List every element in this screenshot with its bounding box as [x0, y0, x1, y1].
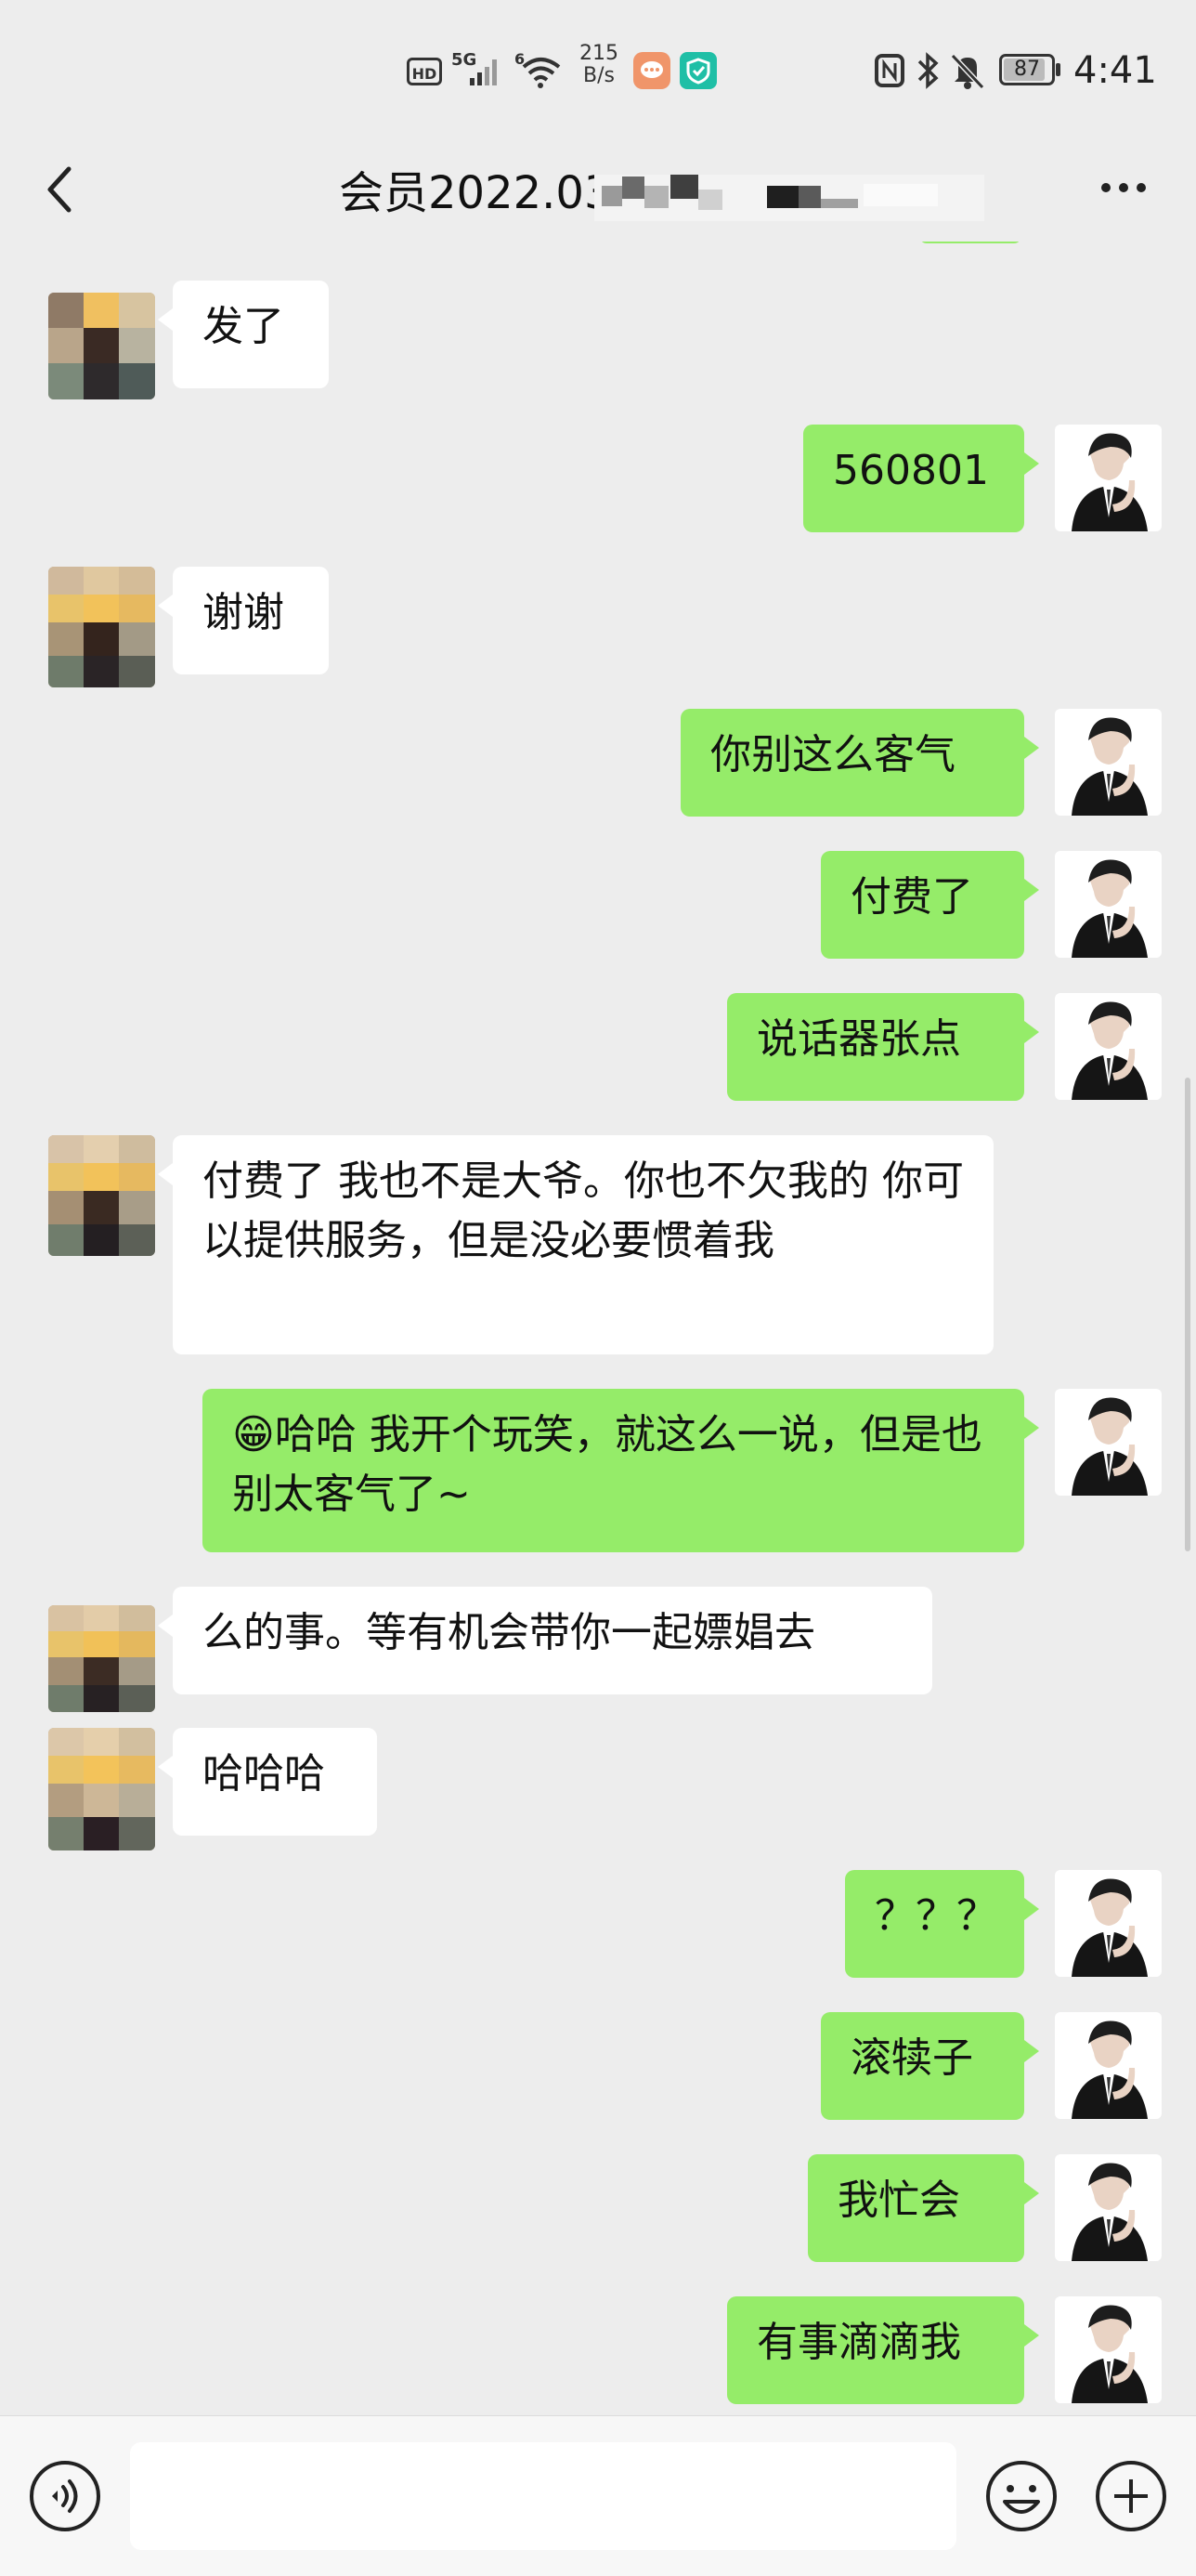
user-avatar[interactable] [1055, 425, 1162, 531]
message-text: 发了 [202, 303, 284, 350]
message-text: 😁哈哈 我开个玩笑，就这么一说，但是也别太客气了~ [232, 1411, 982, 1518]
message-bubble-outgoing[interactable]: 付费了 [821, 851, 1039, 959]
message-text: ？？？ [875, 1892, 997, 1940]
message-bubble-outgoing[interactable]: 我忙会 [808, 2154, 1039, 2262]
message-bubble-outgoing[interactable]: 说话器张点 [727, 993, 1039, 1101]
emoji-icon [986, 2461, 1057, 2531]
message-text: 付费了 [851, 873, 973, 921]
more-dots-icon [1101, 183, 1146, 192]
message-input-bar [0, 2415, 1196, 2576]
network-speed-unit: B/s [583, 64, 615, 87]
message-text: 有事滴滴我 [757, 2319, 961, 2366]
clock: 4:41 [1073, 49, 1157, 92]
mute-bell-icon [949, 50, 986, 91]
message-bubble-outgoing[interactable]: 😁哈哈 我开个玩笑，就这么一说，但是也别太客气了~ [202, 1389, 1039, 1552]
network-speed: 215 B/s [574, 43, 624, 87]
chat-header: 会员2022.03 [0, 139, 1196, 242]
message-bubble-outgoing[interactable]: 滚犊子 [821, 2012, 1039, 2120]
message-app-icon [633, 52, 670, 89]
message-bubble-outgoing[interactable]: 560801 [803, 425, 1039, 532]
chat-scrollbar[interactable] [1185, 1078, 1190, 1551]
message-bubble-incoming[interactable]: 付费了 我也不是大爷。你也不欠我的 你可以提供服务，但是没必要惯着我 [158, 1135, 994, 1354]
message-text: 谢谢 [202, 589, 284, 636]
chevron-left-icon [47, 166, 72, 213]
user-avatar[interactable] [1055, 851, 1162, 958]
cellular-signal-icon: 5G [451, 50, 507, 87]
message-bubble-incoming[interactable]: 么的事。等有机会带你一起嫖娼去 [158, 1587, 932, 1694]
contact-avatar[interactable] [48, 1728, 155, 1850]
message-text: 说话器张点 [757, 1015, 961, 1063]
voice-icon [30, 2461, 100, 2531]
wifi-icon: 6 [513, 48, 565, 89]
user-avatar[interactable] [1055, 2012, 1162, 2119]
message-text: 么的事。等有机会带你一起嫖娼去 [202, 1609, 815, 1656]
emoji-button[interactable] [982, 2457, 1060, 2535]
message-bubble-outgoing[interactable]: 有事滴滴我 [727, 2296, 1039, 2404]
message-text: 我忙会 [838, 2177, 960, 2224]
message-input[interactable] [130, 2442, 956, 2550]
message-bubble-outgoing[interactable]: 你别这么客气 [681, 709, 1039, 817]
nfc-icon [873, 52, 906, 89]
user-avatar[interactable] [1055, 2154, 1162, 2261]
battery-level: 87 [1014, 58, 1040, 81]
status-bar: HD 5G 6 215 B/s 87 4:41 [0, 0, 1196, 139]
message-text: 滚犊子 [851, 2034, 973, 2082]
plus-button[interactable] [1092, 2457, 1170, 2535]
back-button[interactable] [35, 156, 91, 221]
plus-icon [1096, 2461, 1166, 2531]
user-avatar[interactable] [1055, 2296, 1162, 2403]
chat-messages[interactable]: 发了 560801 谢谢 你别这么客气 付费了 说话器张点 付费了 我也不是大爷… [0, 242, 1196, 2415]
contact-avatar[interactable] [48, 293, 155, 399]
contact-avatar[interactable] [48, 567, 155, 687]
network-speed-value: 215 [579, 42, 618, 65]
voice-button[interactable] [26, 2457, 104, 2535]
previous-bubble-edge [919, 242, 1021, 243]
message-text: 560801 [833, 447, 989, 494]
contact-avatar[interactable] [48, 1135, 155, 1256]
more-options-button[interactable] [1091, 160, 1156, 216]
message-text: 你别这么客气 [710, 731, 956, 778]
message-bubble-outgoing[interactable]: ？？？ [845, 1870, 1039, 1978]
hd-label: HD [411, 65, 437, 83]
battery-indicator: 87 [999, 54, 1062, 87]
message-text: 哈哈哈 [202, 1750, 325, 1798]
message-bubble-incoming[interactable]: 谢谢 [158, 567, 329, 674]
user-avatar[interactable] [1055, 709, 1162, 816]
hd-badge: HD [407, 58, 442, 85]
bluetooth-icon [914, 50, 942, 91]
security-app-icon [680, 52, 717, 89]
message-bubble-incoming[interactable]: 发了 [158, 281, 329, 388]
chat-title: 会员2022.03 [339, 167, 613, 219]
user-avatar[interactable] [1055, 993, 1162, 1100]
user-avatar[interactable] [1055, 1389, 1162, 1496]
message-bubble-incoming[interactable]: 哈哈哈 [158, 1728, 377, 1836]
message-text: 付费了 我也不是大爷。你也不欠我的 你可以提供服务，但是没必要惯着我 [202, 1157, 964, 1264]
user-avatar[interactable] [1055, 1870, 1162, 1977]
redacted-title-mosaic [594, 175, 984, 221]
contact-avatar[interactable] [48, 1605, 155, 1712]
